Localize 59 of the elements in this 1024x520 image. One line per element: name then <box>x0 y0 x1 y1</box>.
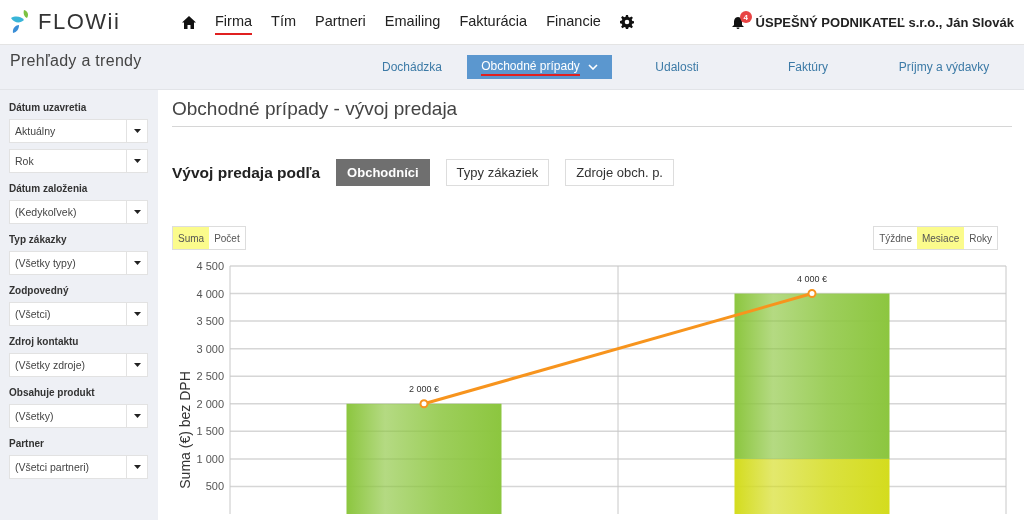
y-tick-label: 2 500 <box>196 370 224 383</box>
select-field[interactable]: Rok <box>9 149 148 173</box>
y-tick-label: 2 000 <box>196 397 224 410</box>
measure-toggle[interactable]: Suma <box>173 227 210 249</box>
y-tick-label: 3 500 <box>196 315 224 328</box>
caret-icon <box>133 363 141 367</box>
filter-label: Typ zákazky <box>9 234 68 245</box>
section-tab[interactable]: Udalosti <box>612 55 742 79</box>
caret-icon <box>133 261 141 265</box>
select-field[interactable]: Aktuálny <box>9 119 148 143</box>
report-title: Obchodné prípady - vývoj predaja <box>172 98 1012 127</box>
data-label: 2 000 € <box>409 383 439 394</box>
breakdown-button[interactable]: Obchodníci <box>336 159 430 186</box>
y-axis-title: Suma (€) bez DPH <box>177 371 193 489</box>
y-tick-label: 4 000 <box>196 287 224 300</box>
section-tab[interactable]: Príjmy a výdavky <box>874 55 1014 79</box>
logo-text: FLOWii <box>38 9 121 35</box>
select-field[interactable]: (Kedykoľvek) <box>9 200 148 224</box>
data-label: 4 000 € <box>797 273 827 284</box>
select-field[interactable]: (Všetky zdroje) <box>9 353 148 377</box>
y-tick-label: 3 000 <box>196 342 224 355</box>
caret-icon <box>133 129 141 133</box>
caret-icon <box>133 312 141 316</box>
filter-label: Dátum založenia <box>9 183 89 194</box>
select-field[interactable]: (Všetci) <box>9 302 148 326</box>
notification-bell-icon[interactable] <box>731 15 744 29</box>
breakdown-button[interactable]: Typy zákaziek <box>445 159 550 186</box>
nav-link[interactable]: Financie <box>546 9 601 35</box>
nav-link[interactable]: Fakturácia <box>459 9 528 35</box>
page-title: Prehľady a trendy <box>10 52 143 70</box>
caret-icon <box>133 465 141 469</box>
nav-link[interactable]: Tím <box>271 9 297 35</box>
select-field[interactable]: (Všetky) <box>9 404 148 428</box>
filter-label: Zodpovedný <box>9 285 70 296</box>
filter-label: Obsahuje produkt <box>9 387 96 398</box>
home-icon[interactable] <box>182 15 196 29</box>
filter-label: Partner <box>9 438 45 449</box>
settings-icon[interactable] <box>619 15 634 29</box>
y-tick-label: 1 500 <box>196 425 224 438</box>
period-toggle[interactable]: Mesiace <box>916 227 965 249</box>
select-field[interactable]: (Všetky typy) <box>9 251 148 275</box>
filter-label: Dátum uzavretia <box>9 102 88 113</box>
section-tab[interactable]: Faktúry <box>742 55 874 79</box>
caret-icon <box>133 414 141 418</box>
nav-link[interactable]: Emailing <box>384 9 441 35</box>
caret-icon <box>133 210 141 214</box>
y-tick-label: 4 500 <box>196 260 224 272</box>
y-tick-label: 1 000 <box>196 452 224 465</box>
nav-link[interactable]: Firma <box>215 9 253 35</box>
y-tick-label: 500 <box>205 480 224 493</box>
breakdown-button[interactable]: Zdroje obch. p. <box>565 159 674 186</box>
select-field[interactable]: (Všetci partneri) <box>9 455 148 479</box>
notification-badge: 4 <box>739 11 752 23</box>
nav-link[interactable]: Partneri <box>315 9 366 35</box>
filter-label: Zdroj kontaktu <box>9 336 80 347</box>
account-name[interactable]: ÚSPEŠNÝ PODNIKATEĽ s.r.o., Ján Slovák <box>755 14 1014 30</box>
caret-icon <box>133 159 141 163</box>
breakdown-label: Vývoj predaja podľa <box>172 163 321 182</box>
section-tab[interactable]: Dochádzka <box>357 55 467 79</box>
